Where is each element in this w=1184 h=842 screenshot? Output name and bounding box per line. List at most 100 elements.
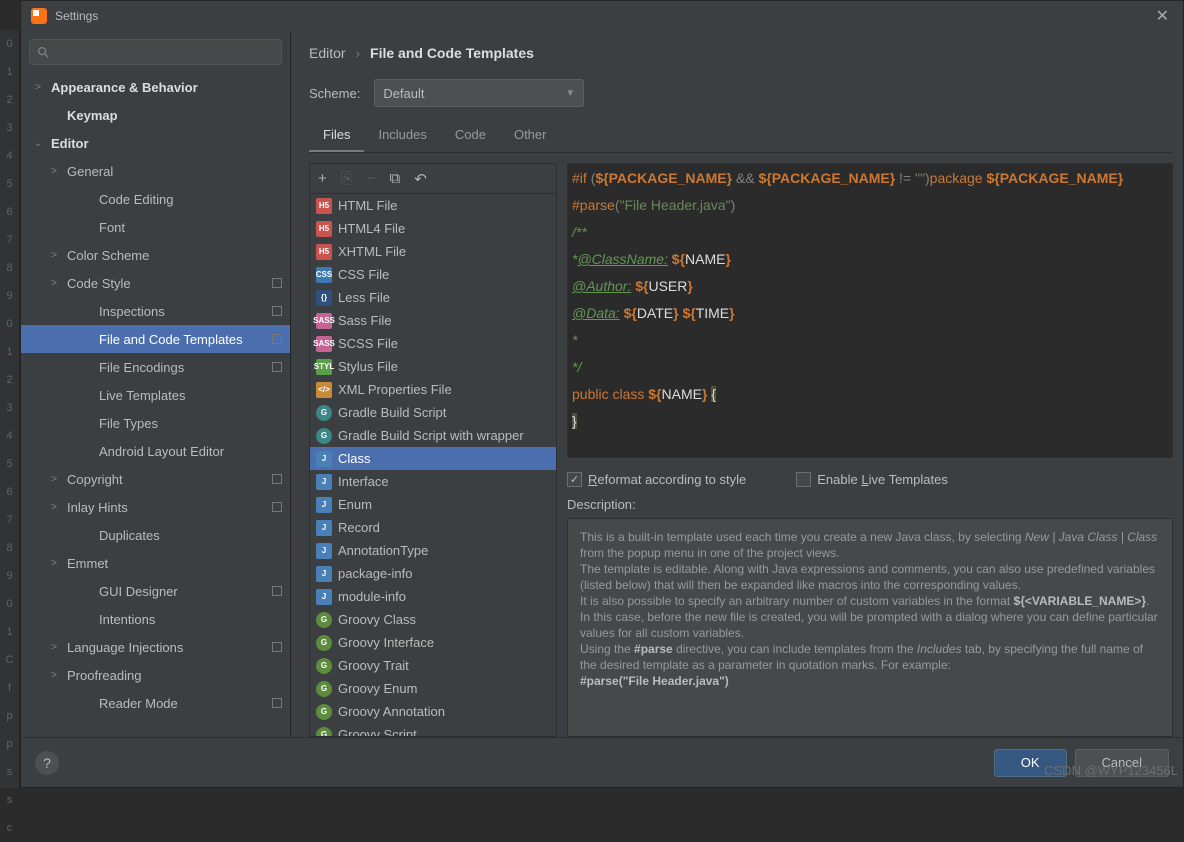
tab-other[interactable]: Other (500, 121, 561, 152)
reformat-checkbox[interactable]: ✓ RReformat according to styleeformat ac… (567, 472, 746, 487)
template-item[interactable]: JEnum (310, 493, 556, 516)
template-label: Stylus File (338, 359, 398, 374)
template-label: XHTML File (338, 244, 406, 259)
sidebar-item[interactable]: Reader Mode (21, 689, 290, 717)
sidebar-item[interactable]: >Appearance & Behavior (21, 73, 290, 101)
java-icon: J (316, 589, 332, 605)
template-item[interactable]: GGradle Build Script (310, 401, 556, 424)
checkbox-icon: ✓ (567, 472, 582, 487)
tabs: FilesIncludesCodeOther (309, 121, 1173, 153)
less-icon: {} (316, 290, 332, 306)
template-item[interactable]: JClass (310, 447, 556, 470)
sidebar-item[interactable]: >Emmet (21, 549, 290, 577)
template-item[interactable]: H5 XHTML File (310, 240, 556, 263)
sidebar-item[interactable]: Keymap (21, 101, 290, 129)
search-input[interactable] (29, 39, 282, 65)
java-icon: J (316, 543, 332, 559)
template-item[interactable]: CSSCSS File (310, 263, 556, 286)
template-label: Record (338, 520, 380, 535)
sidebar-item[interactable]: >Code Style (21, 269, 290, 297)
checkbox-icon (796, 472, 811, 487)
html-icon: H5 (316, 221, 332, 237)
java-icon: J (316, 566, 332, 582)
editor-gutter: 0123456789012345678901Cfppssc (0, 30, 20, 788)
live-templates-checkbox[interactable]: Enable Live Templates (796, 472, 948, 487)
template-label: Groovy Script (338, 727, 417, 736)
template-item[interactable]: H5 HTML4 File (310, 217, 556, 240)
groovy-icon: G (316, 704, 332, 720)
template-item[interactable]: GGroovy Trait (310, 654, 556, 677)
template-code[interactable]: #if (${PACKAGE_NAME} && ${PACKAGE_NAME} … (567, 163, 1173, 458)
template-label: HTML4 File (338, 221, 405, 236)
undo-icon[interactable]: ↶ (414, 170, 427, 188)
template-item[interactable]: H5HTML File (310, 194, 556, 217)
crumb-parent: Editor (309, 45, 346, 61)
java-icon: J (316, 474, 332, 490)
sidebar-item[interactable]: Code Editing (21, 185, 290, 213)
template-label: CSS File (338, 267, 389, 282)
xml-icon: </> (316, 382, 332, 398)
tab-files[interactable]: Files (309, 121, 364, 152)
template-item[interactable]: JInterface (310, 470, 556, 493)
sidebar-item[interactable]: Inspections (21, 297, 290, 325)
watermark: CSDN @WYP123456L (1044, 763, 1178, 778)
settings-tree: >Appearance & BehaviorKeymap⌄Editor>Gene… (21, 69, 290, 737)
sidebar-item[interactable]: Live Templates (21, 381, 290, 409)
breadcrumb: Editor › File and Code Templates (309, 45, 1173, 61)
sidebar-item[interactable]: GUI Designer (21, 577, 290, 605)
template-label: Enum (338, 497, 372, 512)
scheme-select[interactable]: Default ▼ (374, 79, 584, 107)
sidebar-item[interactable]: Android Layout Editor (21, 437, 290, 465)
live-label: Enable Live Templates (817, 472, 948, 487)
template-item[interactable]: Jmodule-info (310, 585, 556, 608)
template-item[interactable]: GGroovy Class (310, 608, 556, 631)
template-item[interactable]: GGroovy Annotation (310, 700, 556, 723)
template-item[interactable]: J Record (310, 516, 556, 539)
close-icon[interactable]: ✕ (1152, 6, 1173, 26)
template-item[interactable]: Jpackage-info (310, 562, 556, 585)
template-item[interactable]: JAnnotationType (310, 539, 556, 562)
window-title: Settings (55, 9, 1152, 23)
help-button[interactable]: ? (35, 751, 59, 775)
sidebar-item[interactable]: Font (21, 213, 290, 241)
sidebar-item[interactable]: >General (21, 157, 290, 185)
titlebar: Settings ✕ (21, 1, 1183, 31)
copy-icon[interactable]: ⧉ (390, 170, 401, 187)
styl-icon: STYL (316, 359, 332, 375)
sidebar-item[interactable]: >Copyright (21, 465, 290, 493)
template-item[interactable]: SASSSass File (310, 309, 556, 332)
template-label: module-info (338, 589, 406, 604)
template-label: SCSS File (338, 336, 398, 351)
dialog-footer: ? OK Cancel (21, 737, 1183, 787)
sidebar-item[interactable]: File Types (21, 409, 290, 437)
template-item[interactable]: </>XML Properties File (310, 378, 556, 401)
sidebar-item[interactable]: File Encodings (21, 353, 290, 381)
tab-code[interactable]: Code (441, 121, 500, 152)
sidebar-item[interactable]: >Color Scheme (21, 241, 290, 269)
html-icon: H5 (316, 244, 332, 260)
sidebar-item[interactable]: Intentions (21, 605, 290, 633)
template-label: Groovy Class (338, 612, 416, 627)
scheme-value: Default (383, 86, 424, 101)
template-label: Class (338, 451, 371, 466)
gradle-icon: G (316, 405, 332, 421)
template-item[interactable]: STYL Stylus File (310, 355, 556, 378)
sidebar-item[interactable]: >Inlay Hints (21, 493, 290, 521)
sidebar-item[interactable]: ⌄Editor (21, 129, 290, 157)
template-item[interactable]: GGroovy Enum (310, 677, 556, 700)
add-icon[interactable]: + (318, 170, 327, 187)
chevron-down-icon: ▼ (565, 88, 575, 99)
tab-includes[interactable]: Includes (364, 121, 440, 152)
sidebar-item[interactable]: File and Code Templates (21, 325, 290, 353)
template-item[interactable]: GGroovy Script (310, 723, 556, 736)
template-item[interactable]: {}Less File (310, 286, 556, 309)
java-icon: J (316, 520, 332, 536)
sidebar-item[interactable]: Duplicates (21, 521, 290, 549)
sidebar-item[interactable]: >Language Injections (21, 633, 290, 661)
template-item[interactable]: GGroovy Interface (310, 631, 556, 654)
template-item[interactable]: SASSSCSS File (310, 332, 556, 355)
remove-icon[interactable]: − (367, 170, 376, 187)
template-list-panel: + ⎘ − ⧉ ↶ H5HTML FileH5HTML4 FileH5XHTML… (309, 163, 557, 737)
template-item[interactable]: GGradle Build Script with wrapper (310, 424, 556, 447)
sidebar-item[interactable]: >Proofreading (21, 661, 290, 689)
